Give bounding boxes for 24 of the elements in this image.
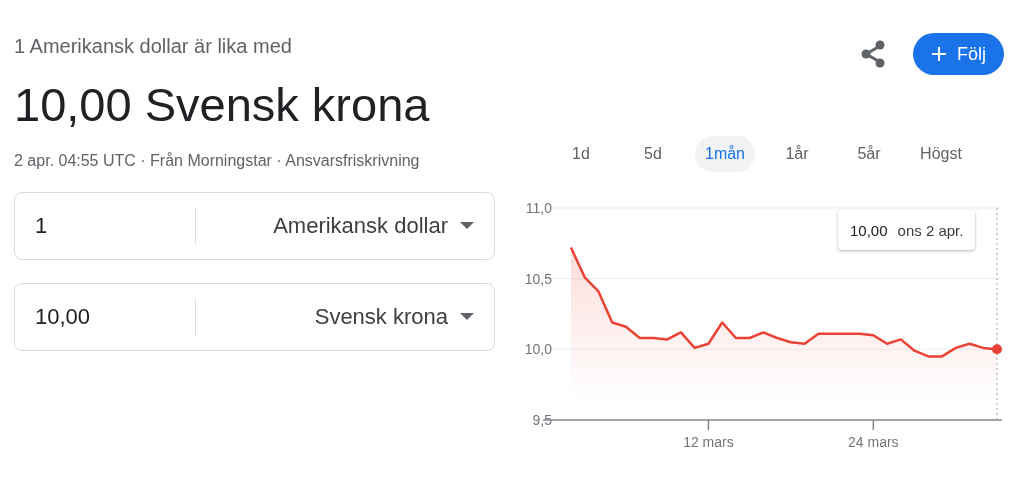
range-tab[interactable]: 5d [623, 136, 683, 172]
range-tab[interactable]: 1d [551, 136, 611, 172]
range-tab[interactable]: 5år [839, 136, 899, 172]
conversion-result: 10,00 Svensk krona [14, 77, 431, 133]
conversion-subtitle: 1 Amerikansk dollar är lika med [14, 34, 293, 58]
y-tick-label: 10,0 [524, 341, 552, 358]
x-tick-label: 12 mars [683, 434, 734, 450]
y-tick-label: 11,0 [525, 200, 552, 216]
caret-icon [460, 222, 474, 230]
currency-dropdown[interactable]: Svensk krona [196, 298, 494, 336]
plus-icon [931, 46, 947, 62]
follow-button[interactable]: Följ [913, 33, 1004, 75]
source-info: 2 apr. 04:55 UTC · Från Morningstar · Ansvarsfriskrivning [14, 151, 421, 171]
range-tab[interactable]: Högst [911, 136, 971, 172]
y-tick-label: 10,5 [524, 270, 552, 287]
range-tab[interactable]: 1mån [695, 136, 755, 172]
tooltip-date: ons 2 apr. [897, 221, 964, 239]
y-tick-label: 9,5 [532, 412, 552, 428]
range-tab[interactable]: 1år [767, 136, 827, 172]
x-tick-label: 24 mars [848, 434, 899, 450]
currency-dropdown[interactable]: Amerikansk dollar [196, 207, 494, 245]
caret-icon [460, 313, 474, 321]
point-marker [992, 344, 1002, 355]
tooltip-value: 10,00 [850, 221, 888, 239]
